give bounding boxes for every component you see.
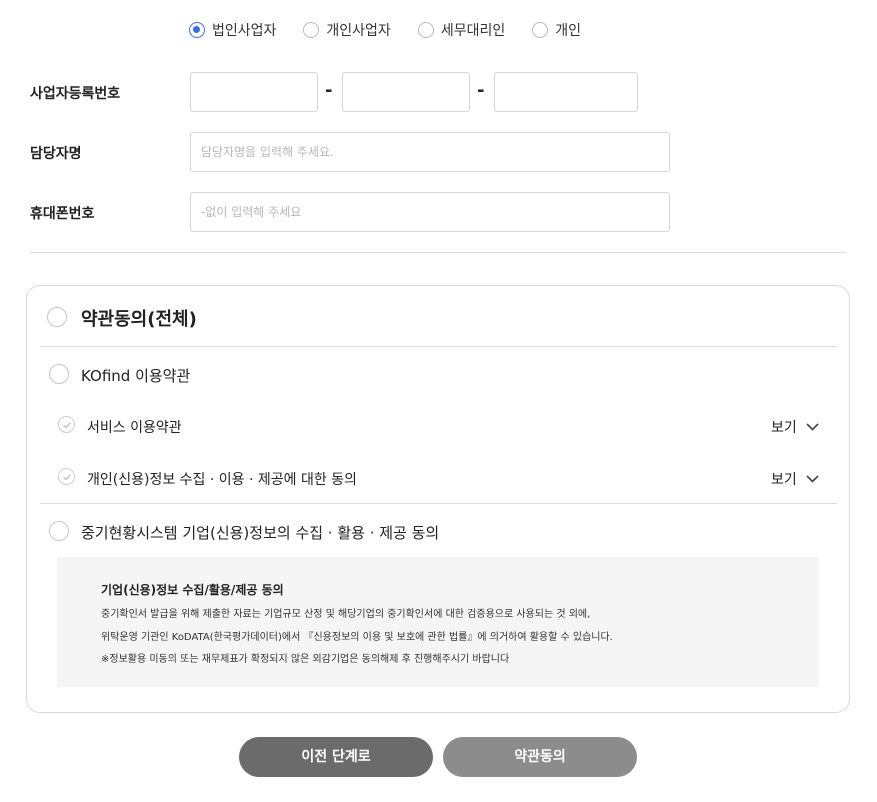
agree-all-checkbox[interactable] — [47, 307, 67, 327]
service-terms-checkbox[interactable] — [58, 416, 75, 433]
business-no-field-2[interactable] — [342, 72, 470, 112]
section-divider — [30, 252, 846, 253]
phone-label: 휴대폰번호 — [30, 206, 95, 222]
radio-tax-agent[interactable]: 세무대리인 — [417, 20, 506, 40]
service-terms-view-button[interactable]: 보기 — [771, 417, 819, 437]
radio-individual-business-circle[interactable] — [303, 22, 320, 38]
agree-terms-button[interactable]: 약관동의 — [443, 737, 637, 777]
prev-step-button[interactable]: 이전 단계로 — [239, 737, 433, 777]
notice-title: 기업(신용)정보 수집/활용/제공 동의 — [101, 583, 284, 597]
terms-divider-2 — [40, 503, 837, 504]
radio-personal[interactable]: 개인 — [532, 20, 581, 40]
phone-field[interactable] — [190, 192, 670, 232]
business-no-dash-1: - — [325, 80, 333, 101]
check-icon — [63, 474, 72, 481]
notice-line: ※정보활용 미동의 또는 재무제표가 확정되지 않은 외감기업은 동의해제 후 … — [101, 654, 510, 665]
privacy-terms-view-button[interactable]: 보기 — [771, 469, 819, 489]
manager-name-field[interactable] — [190, 132, 670, 172]
corp-info-label: 중기현황시스템 기업(신용)정보의 수집 · 활용 · 제공 동의 — [81, 524, 440, 542]
radio-corporate-label: 법인사업자 — [212, 23, 277, 39]
service-terms-view-label: 보기 — [771, 420, 797, 436]
radio-corporate-circle[interactable] — [189, 22, 205, 38]
agree-all-label: 약관동의(전체) — [81, 309, 197, 330]
privacy-terms-label: 개인(신용)정보 수집 · 이용 · 제공에 대한 동의 — [87, 472, 357, 488]
notice-line: 위탁운영 기관인 KoDATA(한국평가데이터)에서 『신용정보의 이용 및 보… — [101, 632, 613, 643]
service-terms-label: 서비스 이용약관 — [87, 420, 182, 436]
corp-info-checkbox[interactable] — [49, 521, 69, 541]
privacy-terms-checkbox[interactable] — [58, 468, 75, 485]
radio-tax-agent-label: 세무대리인 — [440, 23, 506, 39]
radio-tax-agent-circle[interactable] — [417, 22, 434, 38]
business-no-dash-2: - — [477, 80, 485, 101]
kofind-terms-checkbox[interactable] — [49, 364, 69, 384]
terms-divider-1 — [40, 346, 837, 347]
business-no-field-3[interactable] — [494, 72, 638, 112]
manager-name-label: 담당자명 — [30, 146, 82, 162]
radio-personal-label: 개인 — [555, 23, 581, 39]
kofind-terms-label: KOfind 이용약관 — [81, 367, 191, 385]
radio-personal-circle[interactable] — [532, 22, 549, 38]
radio-individual-business[interactable]: 개인사업자 — [303, 20, 391, 40]
radio-individual-business-label: 개인사업자 — [326, 23, 391, 39]
member-type-group: 법인사업자 개인사업자 세무대리인 개인 — [189, 20, 608, 40]
check-icon — [63, 422, 72, 429]
privacy-terms-view-label: 보기 — [771, 472, 797, 488]
chevron-down-icon — [806, 423, 819, 431]
business-no-label: 사업자등록번호 — [30, 86, 121, 102]
notice-line: 중기확인서 발급을 위해 제출한 자료는 기업규모 산정 및 해당기업의 중기확… — [101, 609, 591, 620]
business-no-field-1[interactable] — [190, 72, 318, 112]
radio-corporate[interactable]: 법인사업자 — [189, 20, 276, 40]
corp-info-notice: 기업(신용)정보 수집/활용/제공 동의 중기확인서 발급을 위해 제출한 자료… — [57, 557, 819, 687]
chevron-down-icon — [806, 475, 819, 483]
